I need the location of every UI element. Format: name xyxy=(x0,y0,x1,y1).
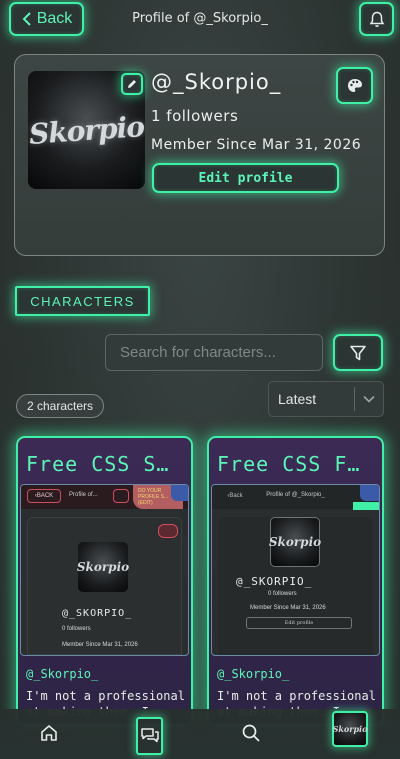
member-since: Member Since Mar 31, 2026 xyxy=(151,137,362,153)
preview-avatar: Skorpio xyxy=(268,517,322,567)
edit-profile-button[interactable]: Edit profile xyxy=(152,163,339,193)
preview-avatar-text: Skorpio xyxy=(76,560,130,574)
preview-body: Skorpio @_SKORPIO_ 0 followers Member Si… xyxy=(218,517,373,655)
search-icon xyxy=(242,724,260,742)
character-preview-image: ‹ Back Profile of @_Skorpio_ Skorpio @_S… xyxy=(211,484,380,656)
preview-accent-bar xyxy=(353,502,379,510)
filter-button[interactable] xyxy=(333,334,383,371)
chevron-down-icon xyxy=(355,395,383,403)
nav-home[interactable] xyxy=(31,713,67,753)
preview-avatar-text: Skorpio xyxy=(268,535,322,549)
chat-bubble-icon xyxy=(360,485,379,501)
avatar-logo-text: Skorpio xyxy=(28,109,145,151)
preview-username: @_SKORPIO_ xyxy=(236,575,313,588)
character-count-badge: 2 characters xyxy=(16,394,104,418)
character-title: Free CSS F… xyxy=(217,452,361,476)
chevron-left-icon xyxy=(22,12,31,26)
palette-icon xyxy=(347,78,362,92)
bottom-navigation: Skorpio xyxy=(0,709,400,759)
preview-member-since: Member Since Mar 31, 2026 xyxy=(250,605,326,611)
back-button[interactable]: Back xyxy=(9,2,84,36)
nav-avatar-text: Skorpio xyxy=(332,724,368,734)
preview-edit-button: Edit profile xyxy=(246,617,352,629)
preview-avatar: Skorpio xyxy=(76,542,130,592)
preview-username: @_SKORPIO_ xyxy=(62,608,133,619)
search-input[interactable] xyxy=(105,334,323,371)
preview-followers: 0 followers xyxy=(268,591,297,597)
bell-icon xyxy=(369,11,384,27)
edit-avatar-button[interactable] xyxy=(121,73,143,95)
character-title: Free CSS S… xyxy=(26,452,170,476)
followers-count: 1 followers xyxy=(151,107,239,125)
chat-bubbles-icon xyxy=(140,728,159,743)
preview-edit-icon xyxy=(158,524,178,538)
character-preview-image: ‹ BACK Profile of... DO YOUR PROFILE S..… xyxy=(20,484,189,656)
filter-icon xyxy=(350,345,366,360)
character-card[interactable]: Free CSS S… ‹ BACK Profile of... DO YOUR… xyxy=(16,436,193,726)
pencil-icon xyxy=(128,80,136,88)
preview-body: Skorpio @_SKORPIO_ 0 followers Member Si… xyxy=(27,517,182,655)
theme-palette-button[interactable] xyxy=(336,67,373,104)
nav-chats[interactable] xyxy=(136,717,163,755)
preview-title: Profile of @_Skorpio_ xyxy=(266,492,325,498)
nav-search[interactable] xyxy=(233,713,269,753)
top-bar: Back Profile of @_Skorpio_ xyxy=(0,0,400,40)
notifications-button[interactable] xyxy=(359,2,394,36)
preview-followers: 0 followers xyxy=(62,626,91,632)
sort-value: Latest xyxy=(278,391,317,407)
preview-member-since: Member Since Mar 31, 2026 xyxy=(62,642,138,648)
home-icon xyxy=(41,725,57,741)
preview-back-button: ‹ BACK xyxy=(27,489,61,503)
character-author[interactable]: @_Skorpio_ xyxy=(26,667,98,681)
preview-back-label: BACK xyxy=(36,493,54,499)
chat-bubble-icon xyxy=(171,485,188,501)
profile-username: @_Skorpio_ xyxy=(151,70,282,94)
preview-bell-icon xyxy=(113,489,129,503)
character-card[interactable]: Free CSS F… ‹ Back Profile of @_Skorpio_… xyxy=(207,436,384,726)
nav-profile-avatar[interactable]: Skorpio xyxy=(332,711,368,747)
profile-card: Skorpio @_Skorpio_ 1 followers Member Si… xyxy=(14,54,385,256)
tab-characters[interactable]: CHARACTERS xyxy=(15,286,150,316)
sort-select[interactable]: Latest xyxy=(268,381,384,417)
back-label: Back xyxy=(36,10,73,27)
character-author[interactable]: @_Skorpio_ xyxy=(217,667,289,681)
page-title: Profile of @_Skorpio_ xyxy=(132,11,268,26)
preview-title: Profile of... xyxy=(69,492,98,498)
